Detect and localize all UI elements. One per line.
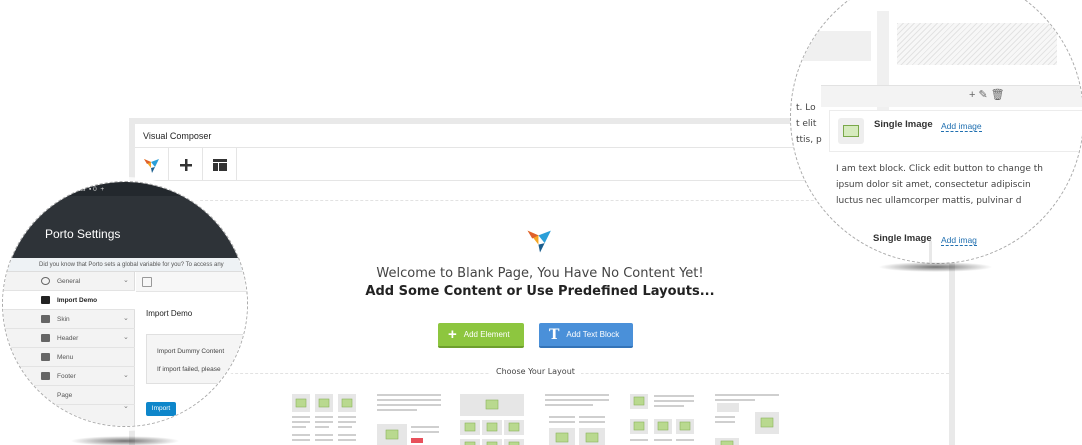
add-text-block-button[interactable]: T Add Text Block [539, 323, 633, 348]
porto-sidebar: General ⌄ Import Demo Skin ⌄ Header ⌄ Menu … [3, 272, 135, 426]
add-element-label: Add Element [463, 330, 510, 339]
layout-thumbnail-three-columns[interactable] [290, 394, 360, 445]
partial-text-1: t. Lo [796, 103, 816, 113]
chevron-down-icon: ⌄ [123, 372, 129, 379]
porto-main-panel: Import Demo Import Dummy Content If impo… [136, 272, 247, 426]
connector-line [929, 241, 932, 263]
single-image-title-2: Single Image [873, 233, 932, 244]
trash-icon[interactable]: 🗑 [991, 89, 1008, 101]
add-text-block-label: Add Text Block [566, 330, 620, 339]
menu-icon [41, 353, 50, 361]
chevron-down-icon: ⌄ [123, 403, 129, 410]
chevron-down-icon: ⌄ [123, 277, 129, 284]
import-box-line1: Import Dummy Content [157, 348, 225, 355]
add-image-link[interactable]: Add image [941, 121, 982, 132]
placeholder-block [791, 31, 871, 61]
vc-logo-icon[interactable] [135, 148, 169, 181]
admin-top-bar: Options ▪ 0 + [3, 182, 247, 196]
sidebar-item-footer[interactable]: Footer ⌄ [3, 367, 135, 386]
circle-shadow [878, 262, 993, 272]
sidebar-item-page[interactable]: Page ⌄ [3, 386, 135, 410]
panel-toolbar [136, 272, 247, 292]
brush-icon [41, 315, 50, 323]
sidebar-item-import-demo[interactable]: Import Demo [3, 291, 135, 310]
layout-thumbnail-grid[interactable] [460, 394, 530, 445]
dashboard-icon [41, 277, 50, 285]
row-controls-bar [821, 85, 1082, 107]
partial-text-2: t elit [796, 119, 817, 129]
image-icon [838, 118, 864, 144]
choose-layout-heading: Choose Your Layout [490, 367, 581, 376]
layout-thumbnail-text-blocks[interactable] [545, 394, 615, 445]
porto-settings-zoom: Options ▪ 0 + Porto Settings Did you kno… [2, 181, 248, 427]
layout-thumbnail-alternating[interactable] [715, 394, 785, 445]
text-line-2: ipsum dolor sit amet, consectetur adipis… [836, 180, 1031, 190]
layout-thumbnail-text-image[interactable] [377, 394, 447, 445]
text-t-icon: T [549, 326, 560, 343]
porto-settings-title: Porto Settings [45, 227, 121, 241]
porto-header [3, 196, 247, 258]
plus-icon[interactable] [169, 148, 203, 181]
templates-icon[interactable] [203, 148, 237, 181]
welcome-subtitle: Add Some Content or Use Predefined Layou… [365, 284, 715, 299]
sidebar-item-header[interactable]: Header ⌄ [3, 329, 135, 348]
partial-text-3: ttis, p [796, 135, 822, 145]
single-image-title: Single Image [874, 119, 933, 130]
chevron-down-icon: ⌄ [123, 334, 129, 341]
sidebar-item-general[interactable]: General ⌄ [3, 272, 135, 291]
header-icon [41, 334, 50, 342]
import-demo-heading: Import Demo [146, 309, 193, 318]
import-button[interactable]: Import [146, 402, 176, 416]
download-icon [41, 296, 50, 304]
import-box-line2: If import failed, please [157, 366, 221, 373]
sidebar-item-skin[interactable]: Skin ⌄ [3, 310, 135, 329]
row-controls: +✎🗑 [969, 88, 1008, 101]
plus-icon: + [448, 326, 457, 343]
pencil-icon[interactable]: ✎ [978, 89, 990, 101]
import-info-box: Import Dummy Content If import failed, p… [146, 334, 247, 384]
vc-logo-large-icon [526, 226, 554, 259]
welcome-message: Welcome to Blank Page, You Have No Conte… [376, 266, 704, 281]
circle-shadow [70, 436, 180, 445]
add-element-button[interactable]: + Add Element [438, 323, 524, 348]
text-line-3: luctus nec ullamcorper mattis, pulvinar … [836, 196, 1022, 206]
single-image-widget[interactable]: Single Image Add image [829, 110, 1082, 152]
porto-notice: Did you know that Porto sets a global va… [3, 258, 247, 272]
hatched-placeholder [897, 23, 1057, 65]
text-block[interactable]: I am text block. Click edit button to ch… [836, 161, 1082, 209]
add-image-link-2[interactable]: Add imag [941, 235, 977, 246]
text-line-1: I am text block. Click edit button to ch… [836, 164, 1043, 174]
sidebar-item-menu[interactable]: Menu [3, 348, 135, 367]
footer-icon [41, 372, 50, 380]
layout-thumbnail-sidebar[interactable] [630, 394, 700, 445]
toggle-icon[interactable] [142, 277, 152, 287]
options-label: Options [63, 186, 86, 193]
chevron-down-icon: ⌄ [123, 315, 129, 322]
